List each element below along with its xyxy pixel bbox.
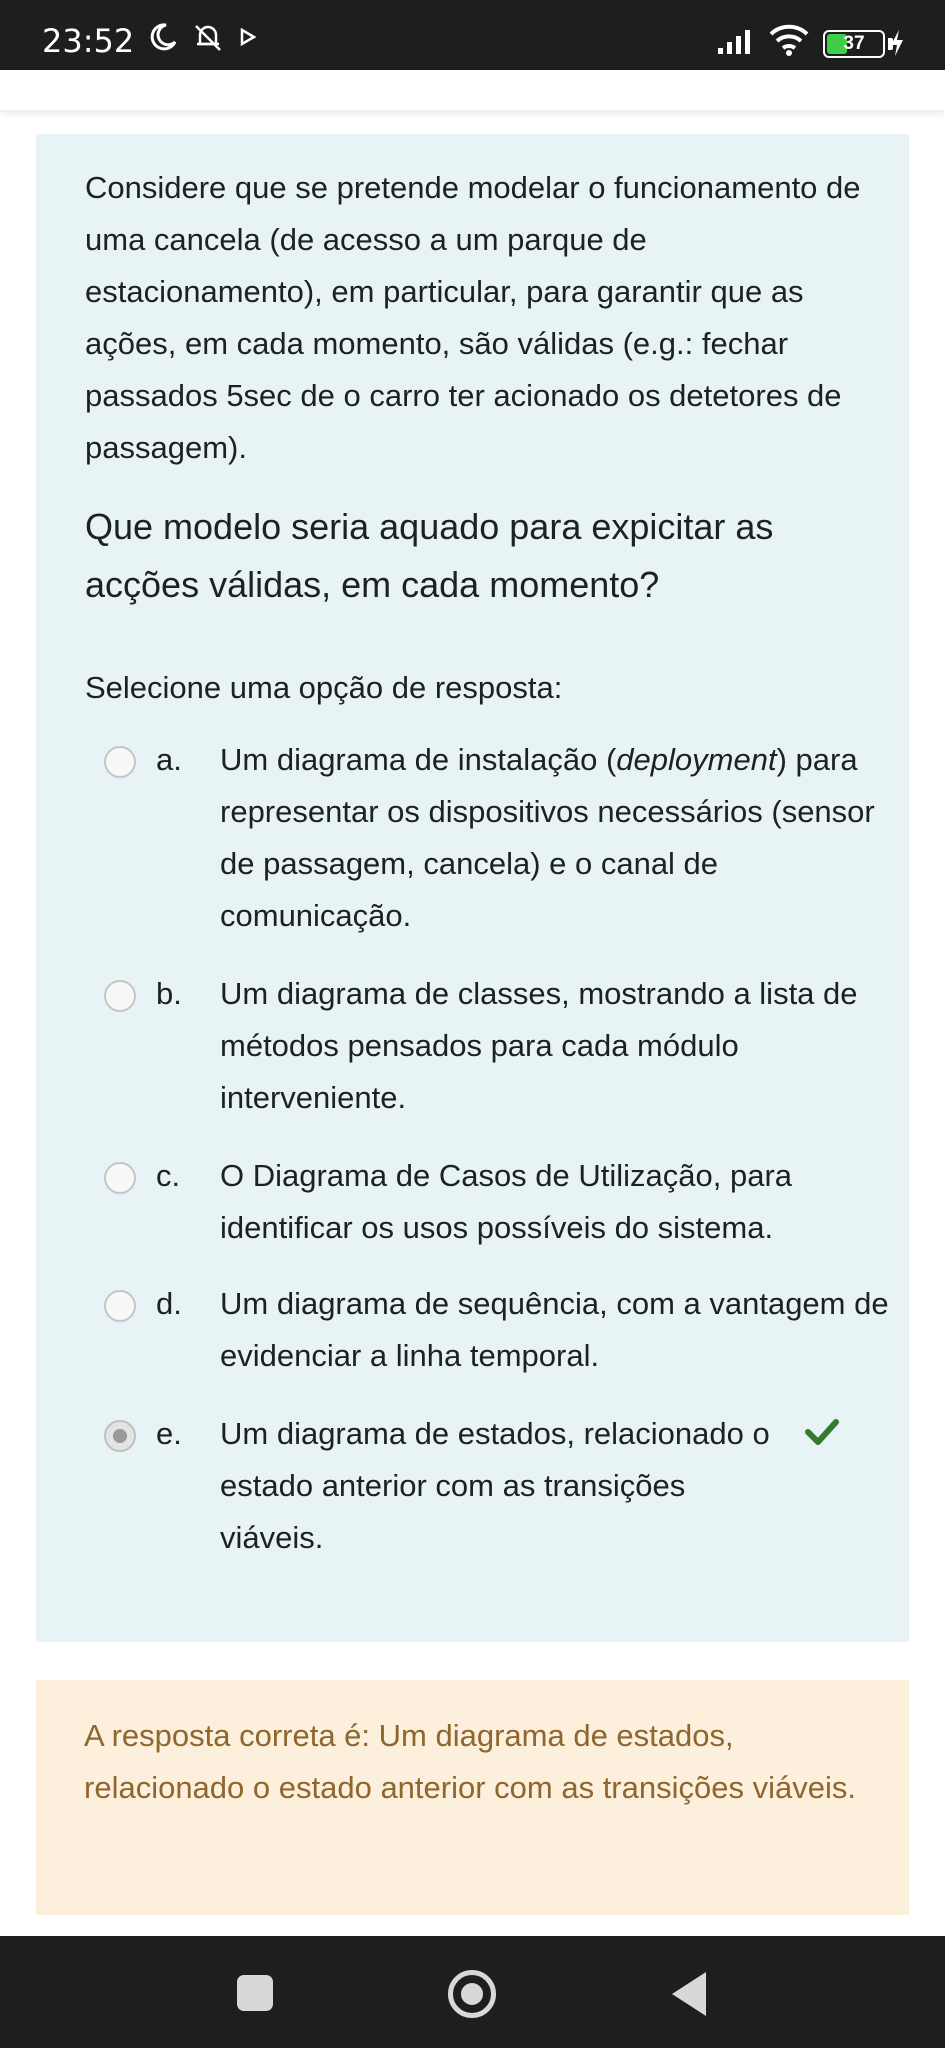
answer-prompt: Selecione uma opção de resposta: xyxy=(85,670,563,705)
top-strip xyxy=(0,70,945,110)
charging-icon xyxy=(891,30,903,56)
option-text-italic: deployment xyxy=(616,742,777,777)
wifi-icon xyxy=(769,24,809,56)
option-letter: b. xyxy=(156,976,182,1011)
question-card: Considere que se pretende modelar o func… xyxy=(36,134,909,1642)
home-button[interactable] xyxy=(448,1970,496,2018)
feedback-card: A resposta correta é: Um diagrama de est… xyxy=(36,1680,909,1915)
radio-e[interactable] xyxy=(104,1420,136,1452)
status-time: 23:52 xyxy=(42,22,135,60)
radio-b[interactable] xyxy=(104,980,136,1012)
option-letter: a. xyxy=(156,742,182,777)
option-text: Um diagrama de instalação (deployment) p… xyxy=(220,734,900,942)
moon-icon xyxy=(150,23,177,51)
radio-d[interactable] xyxy=(104,1290,136,1322)
feedback-text: A resposta correta é: Um diagrama de est… xyxy=(84,1718,856,1805)
question-subtext: Que modelo seria aquado para expicitar a… xyxy=(85,506,774,605)
back-button[interactable] xyxy=(672,1972,706,2016)
option-text: O Diagrama de Casos de Utilização, para … xyxy=(220,1158,793,1245)
option-text-part: Um diagrama de instalação ( xyxy=(220,742,617,777)
question-text: Considere que se pretende modelar o func… xyxy=(85,170,861,465)
option-text: Um diagrama de classes, mostrando a list… xyxy=(220,976,858,1115)
signal-icon xyxy=(718,30,750,54)
option-letter: e. xyxy=(156,1416,182,1451)
play-icon xyxy=(240,27,257,47)
check-icon xyxy=(805,1419,839,1445)
radio-a[interactable] xyxy=(104,746,136,778)
option-text: Um diagrama de estados, relacionado o es… xyxy=(220,1416,770,1555)
recents-button[interactable] xyxy=(237,1975,273,2011)
battery-level: 37 xyxy=(843,33,865,54)
radio-c[interactable] xyxy=(104,1162,136,1194)
option-letter: d. xyxy=(156,1286,182,1321)
muted-bell-icon xyxy=(195,25,221,51)
battery-icon: 37 xyxy=(823,30,885,58)
option-letter: c. xyxy=(156,1158,181,1193)
option-text: Um diagrama de sequência, com a vantagem… xyxy=(220,1286,889,1373)
status-icons-left xyxy=(148,22,258,52)
status-bar: 23:52 37 xyxy=(0,0,945,70)
